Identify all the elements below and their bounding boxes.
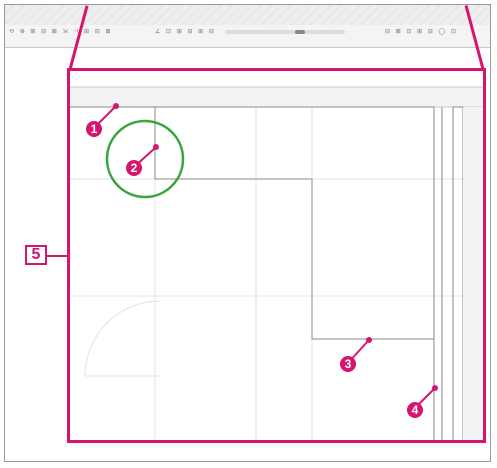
toolbar-left-buttons[interactable]: ⟲ ⊕ ⊞ ⊟ ⊠ ⇲ ⊣ ⊞ ⊟ ⊠: [9, 28, 112, 35]
drawing-canvas: 1 2 3 4: [70, 86, 483, 440]
toolbar-slider[interactable]: [225, 30, 345, 34]
marker-1: 1: [86, 103, 119, 137]
marker-4-label: 4: [412, 403, 419, 417]
zoom-callout: 1 2 3 4: [67, 68, 486, 443]
toolbar-row-top: [5, 5, 490, 25]
callout-label: 5: [25, 245, 47, 265]
marker-2-label: 2: [131, 161, 138, 175]
marker-2: 2: [126, 144, 159, 176]
marker-4: 4: [407, 385, 438, 418]
marker-3-label: 3: [345, 357, 352, 371]
marker-1-label: 1: [91, 122, 98, 136]
toolbar-right-buttons[interactable]: ⊟ ⊠ ⊡ ⊞ ⊟ ◯ ⊡: [385, 28, 458, 35]
marker-3: 3: [340, 337, 372, 372]
toolbar-slider-thumb[interactable]: [295, 30, 305, 34]
callout-label-connector: [47, 255, 67, 257]
toolbar-mid-buttons[interactable]: ∠ ⊡ ⊞ ⊟ ⊞ ⊟: [155, 28, 216, 35]
highlight-circle: [105, 119, 185, 199]
